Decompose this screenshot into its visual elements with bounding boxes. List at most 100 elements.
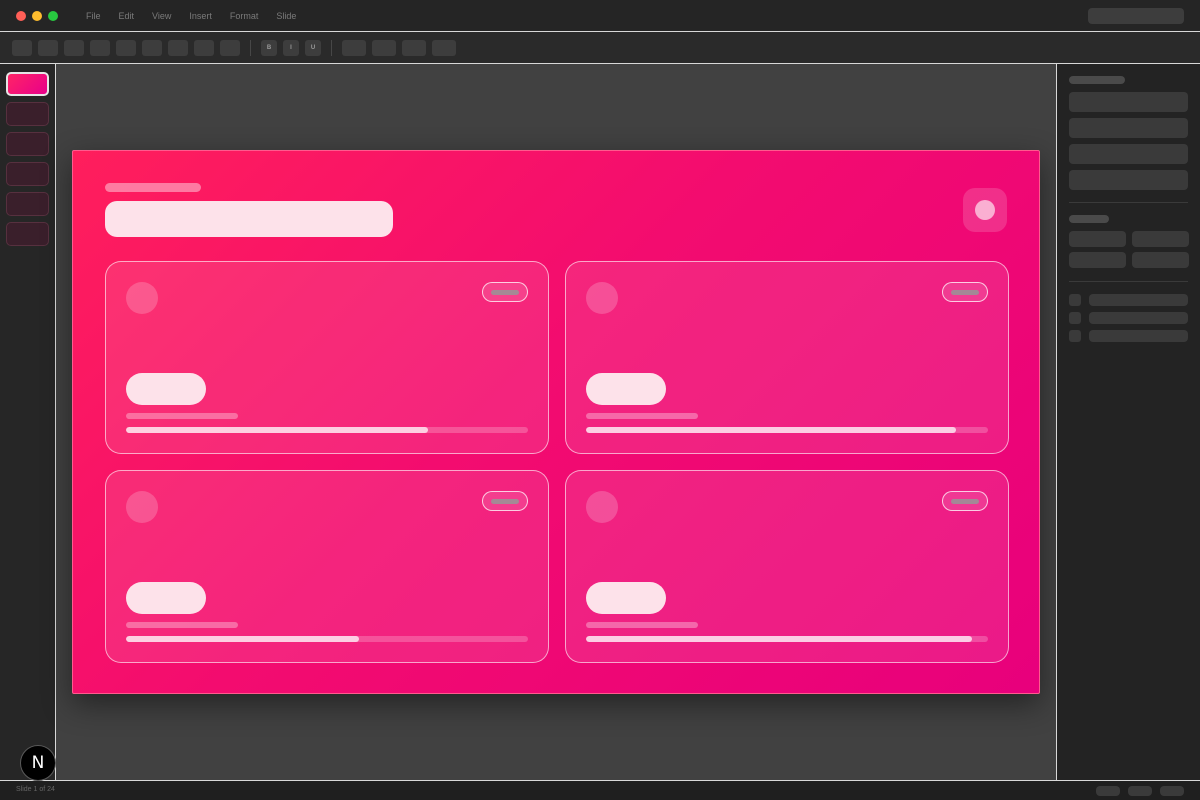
stat-card[interactable] xyxy=(565,261,1009,454)
logo-dot-icon xyxy=(975,200,995,220)
italic-button[interactable]: I xyxy=(283,40,299,56)
slide[interactable] xyxy=(72,150,1040,694)
slide-canvas xyxy=(56,64,1056,780)
card-badge-label xyxy=(951,290,979,295)
card-progress-track xyxy=(586,636,988,642)
slide-thumbnail-1[interactable] xyxy=(6,72,49,96)
format-inspector-panel xyxy=(1056,64,1200,780)
zoom-level-button[interactable] xyxy=(1128,786,1152,796)
inspector-checkbox[interactable] xyxy=(1069,294,1081,306)
stat-card[interactable] xyxy=(105,470,549,663)
card-badge-label xyxy=(951,499,979,504)
inspector-half-field[interactable] xyxy=(1132,252,1189,268)
card-value-placeholder xyxy=(126,582,206,614)
inspector-divider xyxy=(1069,202,1188,203)
stat-card[interactable] xyxy=(105,261,549,454)
menu-format[interactable]: Format xyxy=(230,11,259,21)
card-badge-label xyxy=(491,499,519,504)
inspector-half-field[interactable] xyxy=(1132,231,1189,247)
share-button[interactable] xyxy=(1088,8,1184,24)
inspector-field[interactable] xyxy=(1069,170,1188,190)
card-badge xyxy=(942,491,988,511)
slide-counter: Slide 1 of 24 xyxy=(16,786,55,793)
toolbar-button-media[interactable] xyxy=(220,40,240,56)
toolbar-button-present[interactable] xyxy=(432,40,456,56)
slide-eyebrow-placeholder[interactable] xyxy=(105,183,201,192)
toolbar-button-redo[interactable] xyxy=(38,40,58,56)
card-progress-fill xyxy=(126,636,360,642)
bold-button[interactable]: B xyxy=(261,40,277,56)
card-progress-fill xyxy=(586,636,972,642)
toolbar-button-table[interactable] xyxy=(168,40,188,56)
inspector-field[interactable] xyxy=(1069,118,1188,138)
card-value-placeholder xyxy=(586,582,666,614)
maximize-window-button[interactable] xyxy=(48,11,58,21)
toolbar-button-align[interactable] xyxy=(342,40,366,56)
n-logo-badge[interactable]: N xyxy=(20,745,56,781)
card-label-placeholder xyxy=(586,622,698,628)
slide-thumbnail-3[interactable] xyxy=(6,132,49,156)
inspector-heading xyxy=(1069,215,1109,223)
toolbar: B I U xyxy=(0,32,1200,64)
inspector-checkbox[interactable] xyxy=(1069,312,1081,324)
menu-slide[interactable]: Slide xyxy=(276,11,296,21)
toolbar-button-animate[interactable] xyxy=(402,40,426,56)
toolbar-divider xyxy=(331,40,332,56)
inspector-divider xyxy=(1069,281,1188,282)
slide-thumbnail-6[interactable] xyxy=(6,222,49,246)
toolbar-button-text[interactable] xyxy=(90,40,110,56)
zoom-in-button[interactable] xyxy=(1160,786,1184,796)
menu-view[interactable]: View xyxy=(152,11,171,21)
card-value-placeholder xyxy=(126,373,206,405)
inspector-checkbox[interactable] xyxy=(1069,330,1081,342)
card-label-placeholder xyxy=(126,413,238,419)
card-circle-icon xyxy=(126,491,158,523)
slide-thumbnail-2[interactable] xyxy=(6,102,49,126)
card-badge xyxy=(482,491,528,511)
menu-bar: File Edit View Insert Format Slide xyxy=(86,0,314,32)
inspector-heading xyxy=(1069,76,1125,84)
inspector-field[interactable] xyxy=(1069,144,1188,164)
close-window-button[interactable] xyxy=(16,11,26,21)
card-progress-fill xyxy=(126,427,428,433)
slide-thumbnail-panel xyxy=(0,64,56,780)
card-badge xyxy=(482,282,528,302)
inspector-option[interactable] xyxy=(1089,312,1188,324)
zoom-out-button[interactable] xyxy=(1096,786,1120,796)
menu-file[interactable]: File xyxy=(86,11,101,21)
minimize-window-button[interactable] xyxy=(32,11,42,21)
card-circle-icon xyxy=(586,282,618,314)
card-label-placeholder xyxy=(586,413,698,419)
card-badge-label xyxy=(491,290,519,295)
logo-tile[interactable] xyxy=(963,188,1007,232)
card-progress-fill xyxy=(586,427,956,433)
underline-button[interactable]: U xyxy=(305,40,321,56)
card-value-placeholder xyxy=(586,373,666,405)
slide-title-placeholder[interactable] xyxy=(105,201,393,237)
toolbar-button-shape[interactable] xyxy=(116,40,136,56)
inspector-half-field[interactable] xyxy=(1069,252,1126,268)
toolbar-button-chart[interactable] xyxy=(194,40,214,56)
toolbar-button-new-slide[interactable] xyxy=(64,40,84,56)
slide-thumbnail-5[interactable] xyxy=(6,192,49,216)
card-circle-icon xyxy=(126,282,158,314)
presentation-app: File Edit View Insert Format Slide B I U xyxy=(0,0,1200,800)
toolbar-button-image[interactable] xyxy=(142,40,162,56)
inspector-field[interactable] xyxy=(1069,92,1188,112)
stat-card[interactable] xyxy=(565,470,1009,663)
card-circle-icon xyxy=(586,491,618,523)
card-progress-track xyxy=(126,636,528,642)
toolbar-button-undo[interactable] xyxy=(12,40,32,56)
inspector-half-field[interactable] xyxy=(1069,231,1126,247)
card-badge xyxy=(942,282,988,302)
card-progress-track xyxy=(126,427,528,433)
toolbar-divider xyxy=(250,40,251,56)
inspector-option[interactable] xyxy=(1089,294,1188,306)
inspector-option[interactable] xyxy=(1089,330,1188,342)
menu-insert[interactable]: Insert xyxy=(189,11,212,21)
card-progress-track xyxy=(586,427,988,433)
menu-edit[interactable]: Edit xyxy=(119,11,135,21)
toolbar-button-arrange[interactable] xyxy=(372,40,396,56)
title-bar: File Edit View Insert Format Slide xyxy=(0,0,1200,32)
slide-thumbnail-4[interactable] xyxy=(6,162,49,186)
